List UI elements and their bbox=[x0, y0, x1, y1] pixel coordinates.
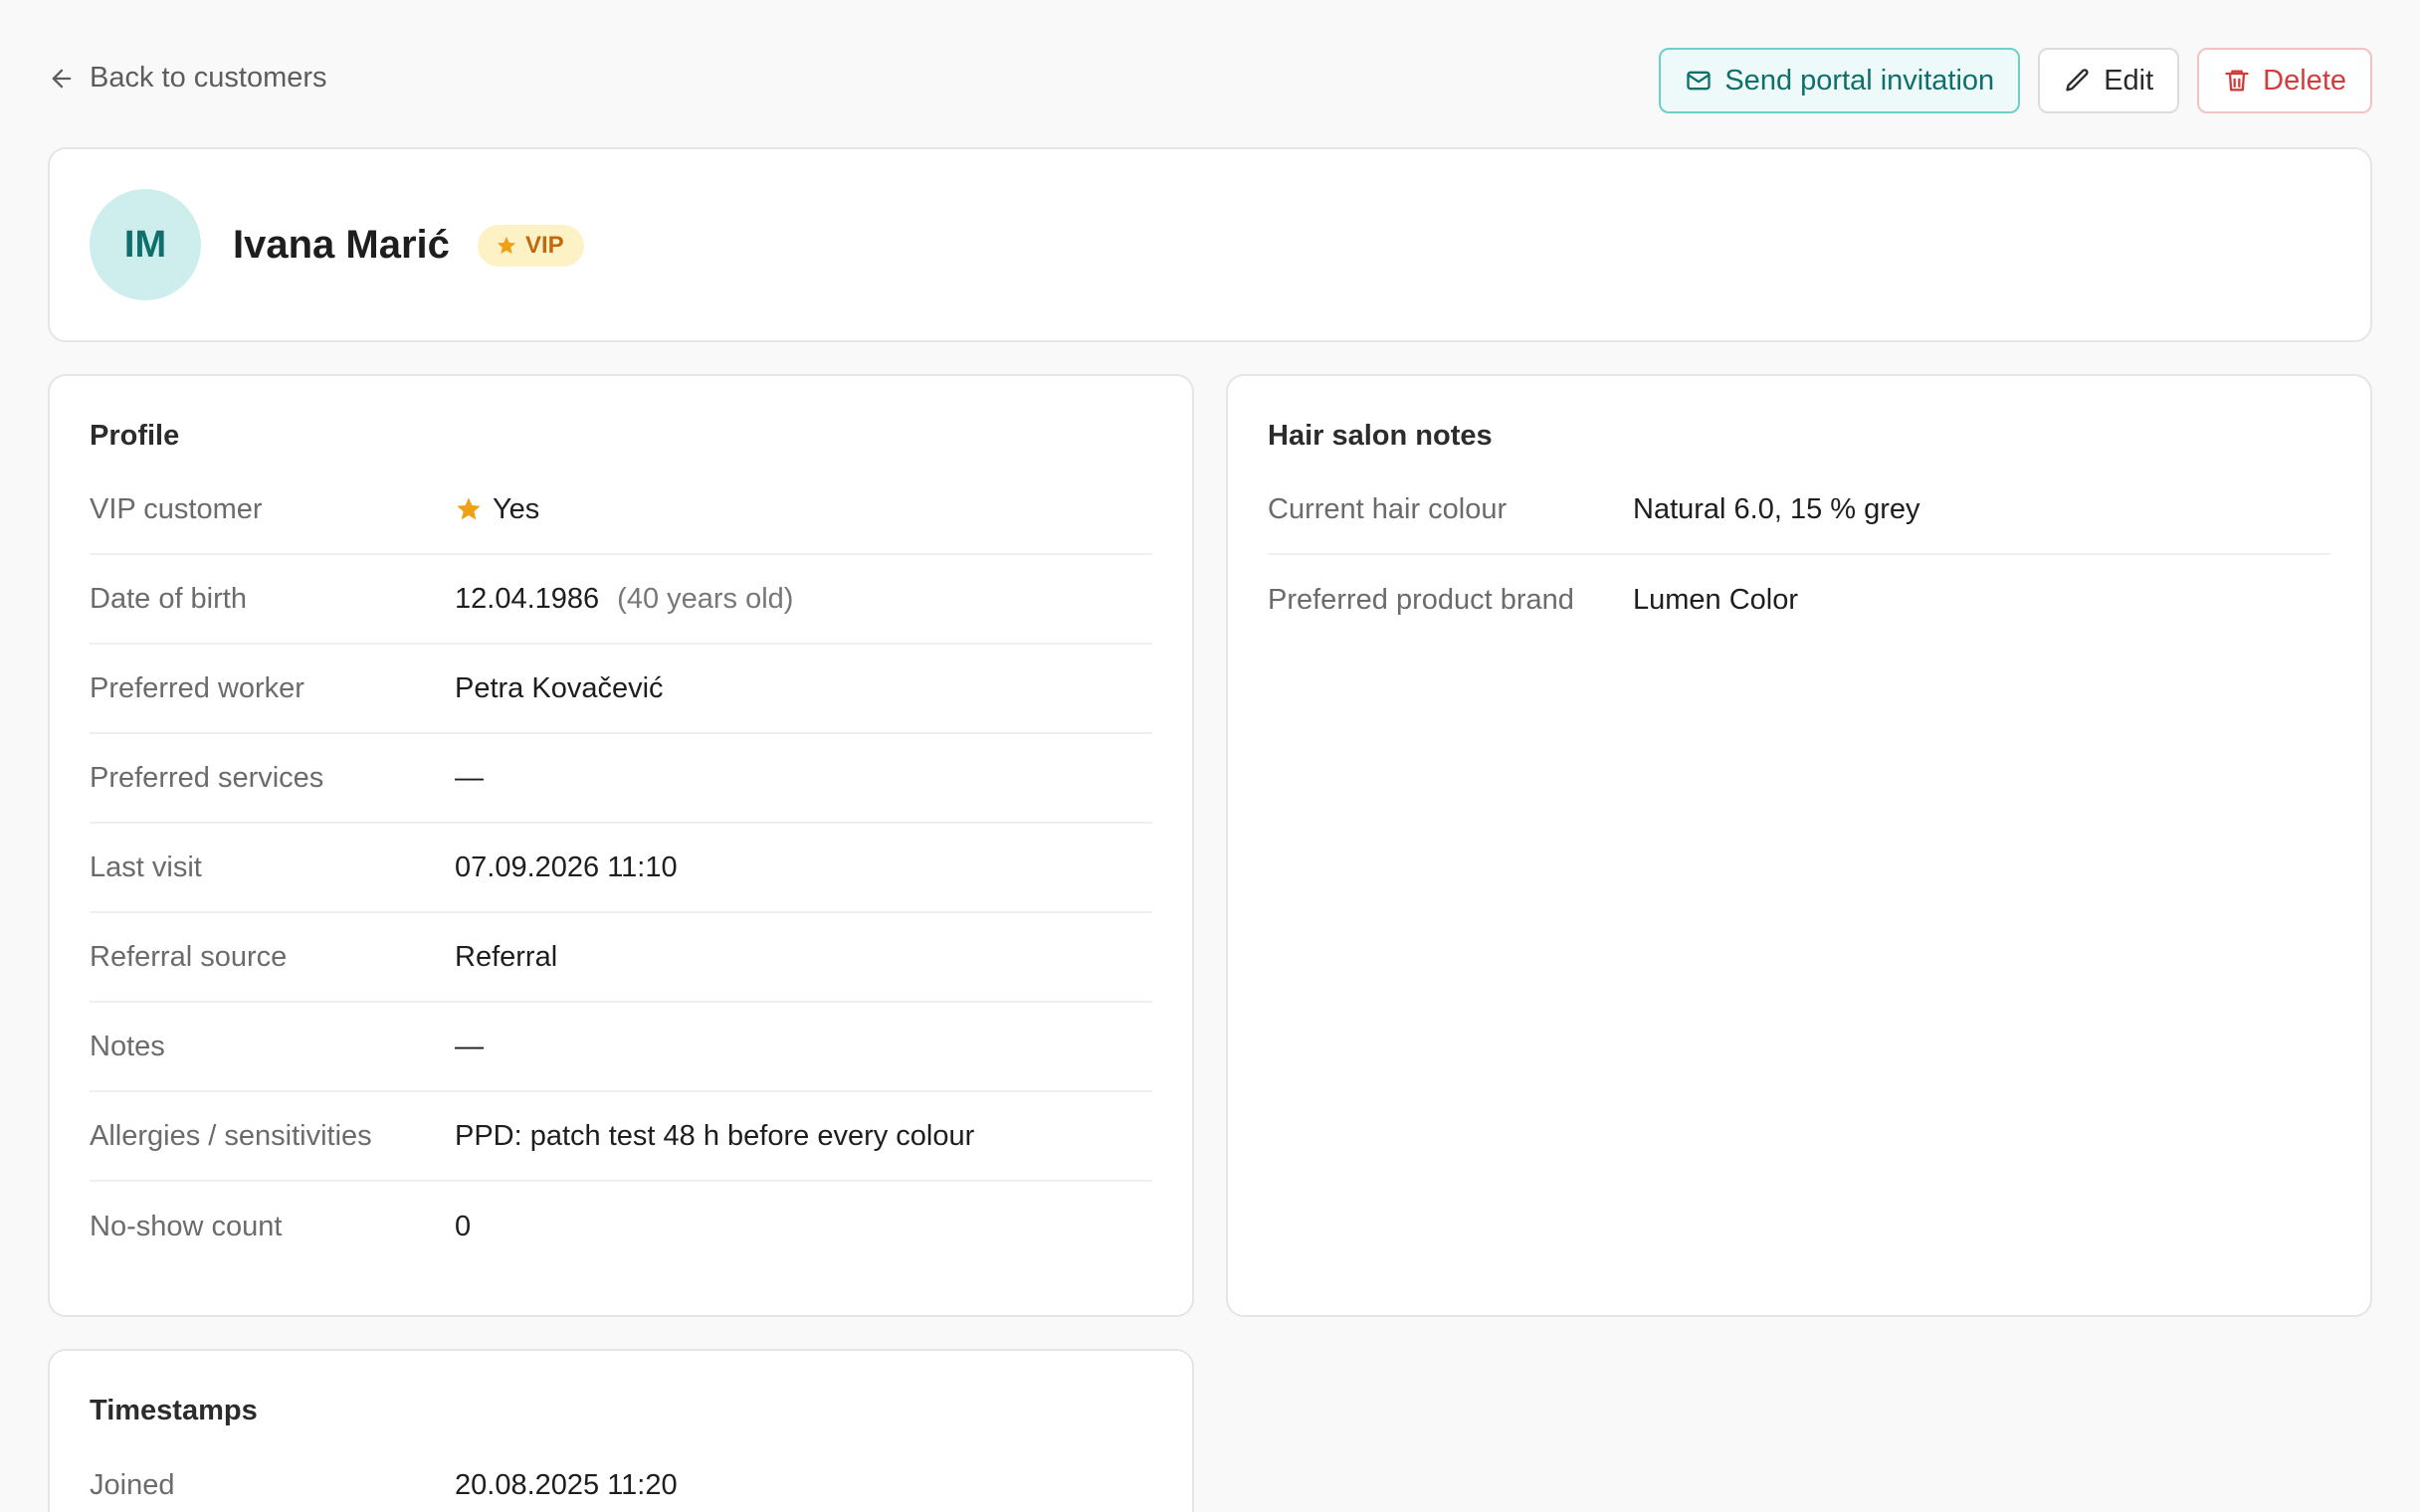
row-value: 07.09.2026 11:10 bbox=[455, 850, 678, 883]
profile-card: Profile VIP customer Yes Date of birth 1… bbox=[48, 374, 1194, 1317]
timestamps-row-joined: Joined 20.08.2025 11:20 bbox=[90, 1440, 1152, 1512]
row-label: Notes bbox=[90, 1030, 165, 1062]
age-note: (40 years old) bbox=[617, 582, 794, 615]
star-icon bbox=[497, 236, 516, 255]
trash-icon bbox=[2225, 70, 2249, 92]
profile-row-no-show-count: No-show count 0 bbox=[90, 1182, 1152, 1271]
avatar: IM bbox=[90, 189, 201, 300]
row-value: Petra Kovačević bbox=[455, 671, 664, 704]
row-label: Current hair colour bbox=[1268, 492, 1508, 525]
vip-value: Yes bbox=[455, 493, 539, 526]
delete-button[interactable]: Delete bbox=[2197, 48, 2372, 113]
profile-row-date-of-birth: Date of birth 12.04.1986 (40 years old) bbox=[90, 555, 1152, 645]
salon-row-preferred-product-brand: Preferred product brand Lumen Color bbox=[1268, 555, 2330, 645]
profile-title: Profile bbox=[90, 420, 180, 452]
back-to-customers-link[interactable]: Back to customers bbox=[48, 62, 327, 94]
row-label: Referral source bbox=[90, 940, 288, 973]
edit-button[interactable]: Edit bbox=[2038, 48, 2180, 113]
row-label: Preferred worker bbox=[90, 671, 304, 704]
salon-row-current-hair-colour: Current hair colour Natural 6.0, 15 % gr… bbox=[1268, 466, 2330, 555]
header-actions: Send portal invitation Edit Delete bbox=[1659, 48, 2372, 113]
date-of-birth-value: 12.04.1986 bbox=[455, 582, 600, 615]
profile-row-last-visit: Last visit 07.09.2026 11:10 bbox=[90, 824, 1152, 913]
row-value: 20.08.2025 11:20 bbox=[455, 1468, 678, 1501]
hair-salon-notes-card: Hair salon notes Current hair colour Nat… bbox=[1226, 374, 2372, 1317]
profile-row-vip: VIP customer Yes bbox=[90, 466, 1152, 555]
profile-row-notes: Notes — bbox=[90, 1003, 1152, 1092]
timestamps-card: Timestamps Joined 20.08.2025 11:20 bbox=[48, 1349, 1194, 1512]
row-label: Date of birth bbox=[90, 582, 247, 615]
profile-row-preferred-services: Preferred services — bbox=[90, 734, 1152, 824]
row-label: VIP customer bbox=[90, 492, 263, 525]
row-value: 0 bbox=[455, 1210, 472, 1242]
customer-name: Ivana Marić bbox=[233, 223, 450, 267]
delete-label: Delete bbox=[2263, 64, 2346, 96]
timestamps-rows: Joined 20.08.2025 11:20 bbox=[90, 1440, 1152, 1512]
back-link-label: Back to customers bbox=[90, 62, 327, 94]
hair-salon-notes-title: Hair salon notes bbox=[1268, 420, 1493, 452]
row-value: Natural 6.0, 15 % grey bbox=[1633, 492, 1920, 525]
send-portal-invitation-button[interactable]: Send portal invitation bbox=[1659, 48, 2021, 113]
salon-notes-rows: Current hair colour Natural 6.0, 15 % gr… bbox=[1268, 466, 2330, 645]
row-label: Preferred services bbox=[90, 761, 324, 794]
mail-icon bbox=[1687, 71, 1712, 91]
pencil-icon bbox=[2066, 69, 2089, 92]
row-value: PPD: patch test 48 h before every colour bbox=[455, 1119, 975, 1152]
row-value: Yes bbox=[493, 492, 540, 525]
row-value: Referral bbox=[455, 940, 558, 973]
arrow-left-icon bbox=[52, 69, 72, 88]
row-value: — bbox=[455, 761, 484, 794]
profile-row-referral-source: Referral source Referral bbox=[90, 913, 1152, 1003]
row-label: Last visit bbox=[90, 850, 202, 883]
row-value: — bbox=[455, 1030, 484, 1062]
row-label: Allergies / sensitivities bbox=[90, 1119, 372, 1152]
row-label: Preferred product brand bbox=[1268, 583, 1574, 616]
row-label: Joined bbox=[90, 1468, 175, 1501]
send-portal-invitation-label: Send portal invitation bbox=[1724, 64, 1995, 96]
customer-header-card: IM Ivana Marić VIP bbox=[48, 147, 2372, 342]
star-icon bbox=[457, 497, 481, 520]
vip-badge: VIP bbox=[478, 225, 584, 267]
vip-badge-label: VIP bbox=[525, 232, 564, 259]
timestamps-title: Timestamps bbox=[90, 1395, 258, 1426]
customer-detail-page: Back to customers Send portal invitation… bbox=[0, 0, 2420, 1512]
edit-label: Edit bbox=[2104, 64, 2154, 96]
profile-rows: VIP customer Yes Date of birth 12.04.198… bbox=[90, 466, 1152, 1271]
row-label: No-show count bbox=[90, 1210, 283, 1242]
profile-row-allergies: Allergies / sensitivities PPD: patch tes… bbox=[90, 1092, 1152, 1182]
profile-row-preferred-worker: Preferred worker Petra Kovačević bbox=[90, 645, 1152, 734]
row-value: Lumen Color bbox=[1633, 583, 1799, 616]
row-value: 12.04.1986 (40 years old) bbox=[455, 583, 793, 616]
